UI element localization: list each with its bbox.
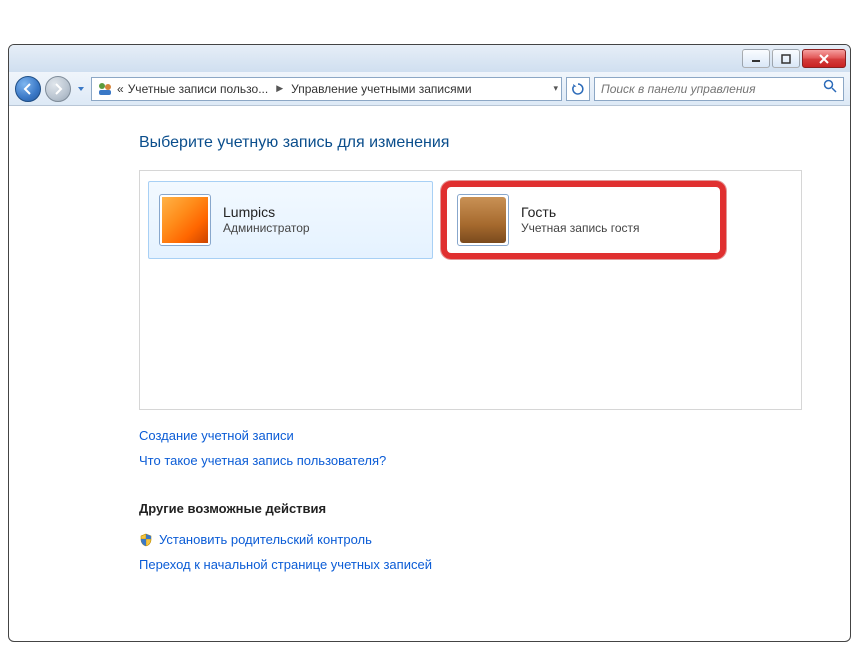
navbar: « Учетные записи пользо... ▶ Управление …: [9, 72, 850, 106]
address-dropdown-icon[interactable]: ▾: [550, 83, 561, 94]
users-icon: [97, 81, 113, 97]
refresh-button[interactable]: [566, 77, 590, 101]
close-icon: [818, 54, 830, 64]
forward-arrow-icon: [51, 82, 65, 96]
avatar: [457, 194, 509, 246]
account-card-lumpics[interactable]: Lumpics Администратор: [148, 181, 433, 259]
maximize-icon: [781, 54, 791, 64]
account-info: Гость Учетная запись гостя: [521, 203, 640, 237]
account-card-guest[interactable]: Гость Учетная запись гостя: [441, 181, 726, 259]
page-title: Выберите учетную запись для изменения: [139, 134, 802, 152]
parental-control-link[interactable]: Установить родительский контроль: [159, 528, 372, 553]
accounts-list: Lumpics Администратор Гость Учетная запи…: [139, 170, 802, 410]
control-panel-window: « Учетные записи пользо... ▶ Управление …: [8, 44, 851, 642]
breadcrumb-seg1: Учетные записи пользо...: [128, 82, 269, 96]
back-button[interactable]: [15, 76, 41, 102]
account-role: Учетная запись гостя: [521, 221, 640, 237]
search-bar[interactable]: [594, 77, 844, 101]
create-account-link[interactable]: Создание учетной записи: [139, 424, 294, 449]
what-is-account-link[interactable]: Что такое учетная запись пользователя?: [139, 449, 386, 474]
account-role: Администратор: [223, 221, 310, 237]
minimize-icon: [751, 54, 761, 64]
flower-avatar-icon: [162, 197, 208, 243]
history-dropdown[interactable]: [75, 77, 87, 101]
breadcrumb-root[interactable]: « Учетные записи пользо...: [92, 78, 273, 100]
breadcrumb-seg2-wrap[interactable]: Управление учетными записями: [286, 78, 476, 100]
action-links: Создание учетной записи Что такое учетна…: [139, 424, 802, 577]
breadcrumb-prefix: «: [117, 82, 124, 96]
address-bar[interactable]: « Учетные записи пользо... ▶ Управление …: [91, 77, 562, 101]
shield-icon: [139, 533, 153, 547]
other-actions-header: Другие возможные действия: [139, 497, 802, 522]
account-name: Гость: [521, 203, 640, 221]
search-input[interactable]: [601, 82, 817, 96]
avatar: [159, 194, 211, 246]
minimize-button[interactable]: [742, 49, 770, 68]
account-name: Lumpics: [223, 203, 310, 221]
close-button[interactable]: [802, 49, 846, 68]
forward-button[interactable]: [45, 76, 71, 102]
content-area: Выберите учетную запись для изменения Lu…: [9, 106, 850, 597]
refresh-icon: [571, 82, 585, 96]
maximize-button[interactable]: [772, 49, 800, 68]
account-info: Lumpics Администратор: [223, 203, 310, 237]
go-home-link[interactable]: Переход к начальной странице учетных зап…: [139, 553, 432, 578]
breadcrumb-seg2: Управление учетными записями: [291, 82, 471, 96]
briefcase-avatar-icon: [460, 197, 506, 243]
titlebar: [9, 45, 850, 72]
breadcrumb-arrow-icon[interactable]: ▶: [273, 83, 286, 94]
back-arrow-icon: [21, 82, 35, 96]
chevron-down-icon: [77, 85, 85, 93]
search-icon: [823, 79, 837, 98]
